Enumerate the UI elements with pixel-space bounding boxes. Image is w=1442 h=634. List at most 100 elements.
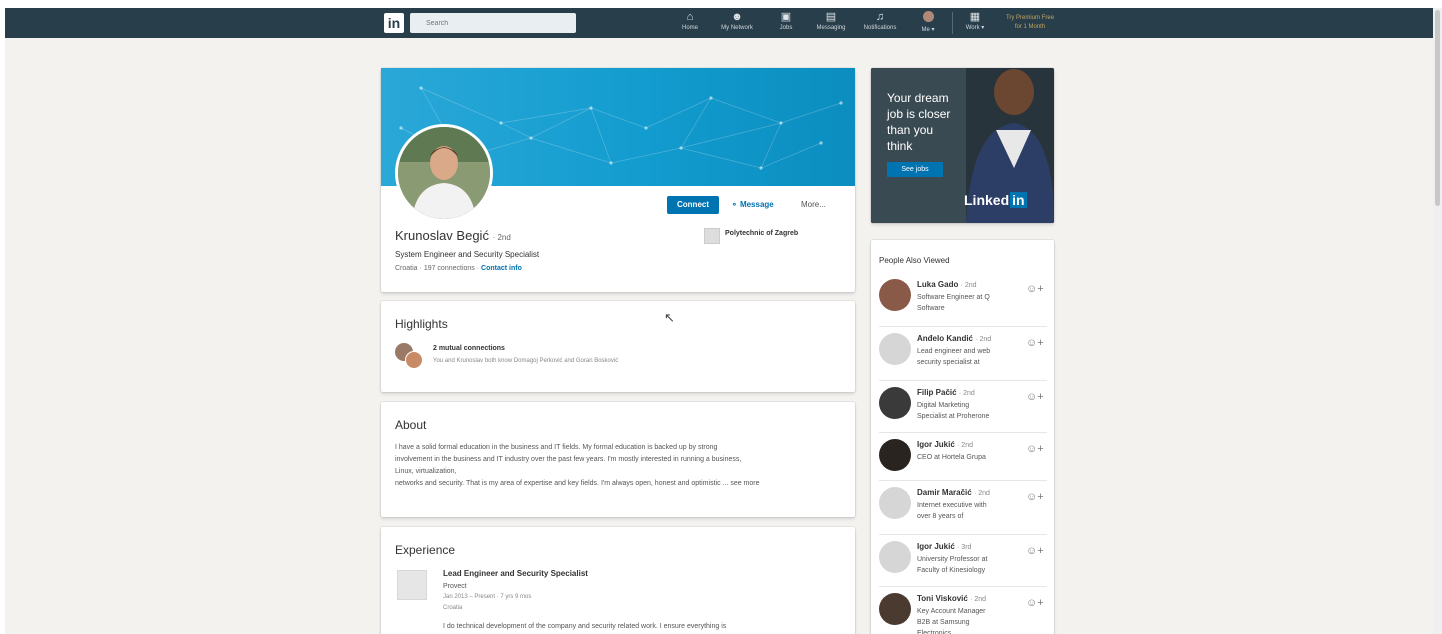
person-avatar-placeholder	[879, 541, 911, 573]
experience-title: Experience	[395, 543, 456, 557]
add-connection-icon[interactable]: ☺+	[1026, 545, 1044, 557]
scrollbar-thumb[interactable]	[1435, 10, 1440, 206]
profile-connections: 197 connections	[423, 265, 475, 272]
add-connection-icon[interactable]: ☺+	[1026, 443, 1044, 455]
person-headline: Software Engineer at Q Software	[917, 294, 990, 312]
profile-top-card: Connect ⚬ Message More... Krunoslav Begi…	[381, 68, 855, 292]
nav-jobs[interactable]: ▣ Jobs	[763, 11, 809, 37]
person-name-row: Filip Pačić · 2nd	[917, 388, 975, 397]
nav-messaging-label: Messaging	[816, 25, 846, 31]
connect-button[interactable]: Connect	[667, 196, 719, 214]
person-name: Toni Visković	[917, 594, 968, 603]
job-company: Provect	[443, 583, 467, 590]
see-jobs-button[interactable]: See jobs	[887, 162, 943, 177]
nav-work-label: Work ▾	[965, 25, 985, 31]
jobs-ad-card[interactable]: Your dream job is closer than you think …	[871, 68, 1054, 223]
job-title[interactable]: Lead Engineer and Security Specialist	[443, 569, 588, 578]
person-degree: · 2nd	[960, 282, 977, 289]
nav-home-label: Home	[681, 25, 698, 31]
person-avatar-placeholder	[879, 333, 911, 365]
about-line: Linux, virtualization,	[395, 468, 457, 475]
briefcase-icon: ▣	[780, 11, 792, 23]
profile-headline: System Engineer and Security Specialist	[395, 250, 540, 259]
message-button-label: Message	[739, 200, 774, 209]
person-name-row: Anđelo Kandić · 2nd	[917, 334, 991, 343]
person-item[interactable]: Damir Maračić · 2nd Internet executive w…	[871, 486, 1054, 536]
people-also-viewed-card: People Also Viewed Luka Gado · 2nd Softw…	[871, 240, 1054, 634]
more-button[interactable]: More...	[801, 196, 841, 214]
mutual-connections-desc: You and Krunoslav both know Domagoj Perk…	[433, 358, 619, 364]
person-avatar	[879, 439, 911, 471]
linkedin-logo-icon[interactable]: in	[384, 13, 404, 33]
person-item[interactable]: Anđelo Kandić · 2nd Lead engineer and we…	[871, 332, 1054, 382]
about-text: I have a solid formal education in the b…	[395, 442, 850, 490]
person-avatar-placeholder	[879, 487, 911, 519]
message-button[interactable]: ⚬ Message	[731, 196, 791, 214]
person-separator	[879, 480, 1047, 481]
nav-home[interactable]: ⌂ Home	[667, 11, 713, 37]
ad-line: than you	[887, 123, 934, 137]
add-connection-icon[interactable]: ☺+	[1026, 597, 1044, 609]
premium-line-1: Try Premium Free	[1005, 15, 1055, 21]
person-avatar	[879, 593, 911, 625]
ad-linkedin-logo: Linked in	[964, 192, 1027, 208]
person-avatar	[879, 279, 911, 311]
nav-my-network[interactable]: ☻ My Network	[712, 11, 762, 37]
page-background: in ⚲ ⌂ Home ☻ My Network ▣ Jobs ▤ Messag…	[5, 8, 1433, 634]
add-connection-icon[interactable]: ☺+	[1026, 283, 1044, 295]
profile-meta: Croatia · 197 connections · Contact info	[395, 265, 522, 272]
person-name-row: Igor Jukić · 3rd	[917, 542, 971, 551]
add-connection-icon[interactable]: ☺+	[1026, 391, 1044, 403]
about-line: networks and security. That is my area o…	[395, 480, 729, 487]
about-line: involvement in the business and IT indus…	[395, 456, 742, 463]
person-name: Luka Gado	[917, 280, 959, 289]
person-degree: · 3rd	[957, 544, 972, 551]
try-premium-link[interactable]: Try Premium Free for 1 Month	[995, 14, 1065, 32]
job-location: Croatia	[443, 605, 463, 611]
person-headline: Internet executive with over 8 years of	[917, 502, 987, 520]
nav-my-network-label: My Network	[721, 25, 753, 31]
add-connection-icon[interactable]: ☺+	[1026, 337, 1044, 349]
nav-jobs-label: Jobs	[779, 25, 793, 31]
person-item[interactable]: Luka Gado · 2nd Software Engineer at Q S…	[871, 278, 1054, 328]
person-name: Damir Maračić	[917, 488, 972, 497]
school-logo-icon	[704, 228, 720, 244]
nav-notifications[interactable]: ♫ Notifications	[855, 11, 905, 37]
search-input[interactable]	[410, 13, 576, 33]
profile-photo[interactable]	[395, 124, 493, 222]
see-more-link[interactable]: see more	[730, 480, 759, 487]
person-item[interactable]: Igor Jukić · 3rd University Professor at…	[871, 540, 1054, 590]
person-headline: Lead engineer and web security specialis…	[917, 348, 991, 366]
nav-work[interactable]: ▦ Work ▾	[952, 11, 998, 37]
grid-icon: ▦	[969, 11, 981, 23]
add-connection-icon[interactable]: ☺+	[1026, 491, 1044, 503]
bell-icon: ♫	[875, 11, 885, 23]
contact-info-link[interactable]: Contact info	[481, 265, 522, 272]
person-headline: University Professor at Faculty of Kines…	[917, 556, 988, 574]
mutual-connections-link[interactable]: 2 mutual connections	[433, 345, 505, 352]
person-item[interactable]: Toni Visković · 2nd Key Account Manager …	[871, 592, 1054, 634]
person-headline: Key Account Manager B2B at Samsung Elect…	[917, 608, 986, 634]
person-item[interactable]: Filip Pačić · 2nd Digital Marketing Spec…	[871, 386, 1054, 436]
about-card: About I have a solid formal education in…	[381, 402, 855, 517]
top-navigation-bar: in ⚲ ⌂ Home ☻ My Network ▣ Jobs ▤ Messag…	[5, 8, 1433, 38]
person-separator	[879, 586, 1047, 587]
job-dates: Jan 2013 – Present · 7 yrs 9 mos	[443, 594, 532, 600]
people-also-viewed-title: People Also Viewed	[879, 256, 950, 265]
person-name: Igor Jukić	[917, 542, 955, 551]
highlights-title: Highlights	[395, 317, 448, 331]
profile-school[interactable]: Polytechnic of Zagreb	[725, 230, 798, 237]
profile-location: Croatia	[395, 265, 418, 272]
person-item[interactable]: Igor Jukić · 2nd CEO at Hortela Grupa ☺+	[871, 438, 1054, 482]
person-degree: · 2nd	[970, 596, 987, 603]
network-icon: ☻	[731, 11, 743, 23]
nav-messaging[interactable]: ▤ Messaging	[808, 11, 854, 37]
home-icon: ⌂	[686, 11, 694, 23]
person-headline: CEO at Hortela Grupa	[917, 454, 986, 461]
mutual-avatar-2	[405, 351, 423, 369]
person-name: Anđelo Kandić	[917, 334, 974, 343]
person-name-row: Igor Jukić · 2nd	[917, 440, 973, 449]
lock-icon: ⚬	[731, 200, 738, 209]
company-logo-icon	[397, 570, 427, 600]
nav-me[interactable]: Me ▾	[905, 11, 951, 37]
